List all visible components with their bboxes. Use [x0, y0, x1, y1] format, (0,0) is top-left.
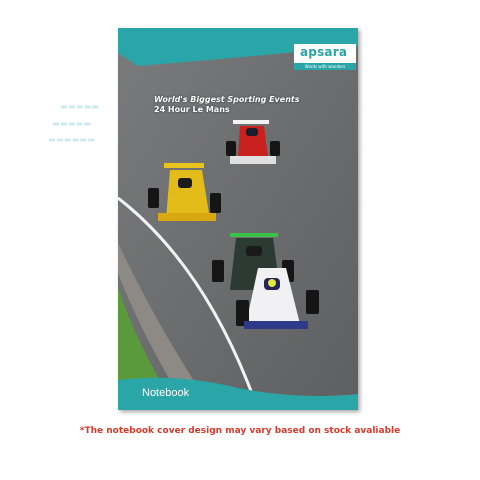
- cover-subheadline: 24 Hour Le Mans: [154, 105, 230, 114]
- brand-tagline: Words with wonders: [294, 63, 356, 70]
- faint-text-1: ▬▬▬▬▬: [60, 102, 100, 111]
- cover-headline: World's Biggest Sporting Events: [154, 95, 300, 104]
- faint-text-2: ▬▬▬▬▬: [52, 119, 92, 128]
- brand-logo: apsara Words with wonders: [294, 44, 356, 70]
- stock-disclaimer: *The notebook cover design may vary base…: [79, 426, 401, 436]
- brand-name: apsara: [300, 45, 348, 59]
- faint-text-3: ▬▬▬▬▬▬: [48, 135, 96, 144]
- notebook-label: Notebook: [142, 387, 190, 399]
- race-track: [118, 28, 358, 410]
- cover-artwork: [118, 28, 358, 410]
- notebook-cover: apsara Words with wonders World's Bigges…: [118, 28, 358, 410]
